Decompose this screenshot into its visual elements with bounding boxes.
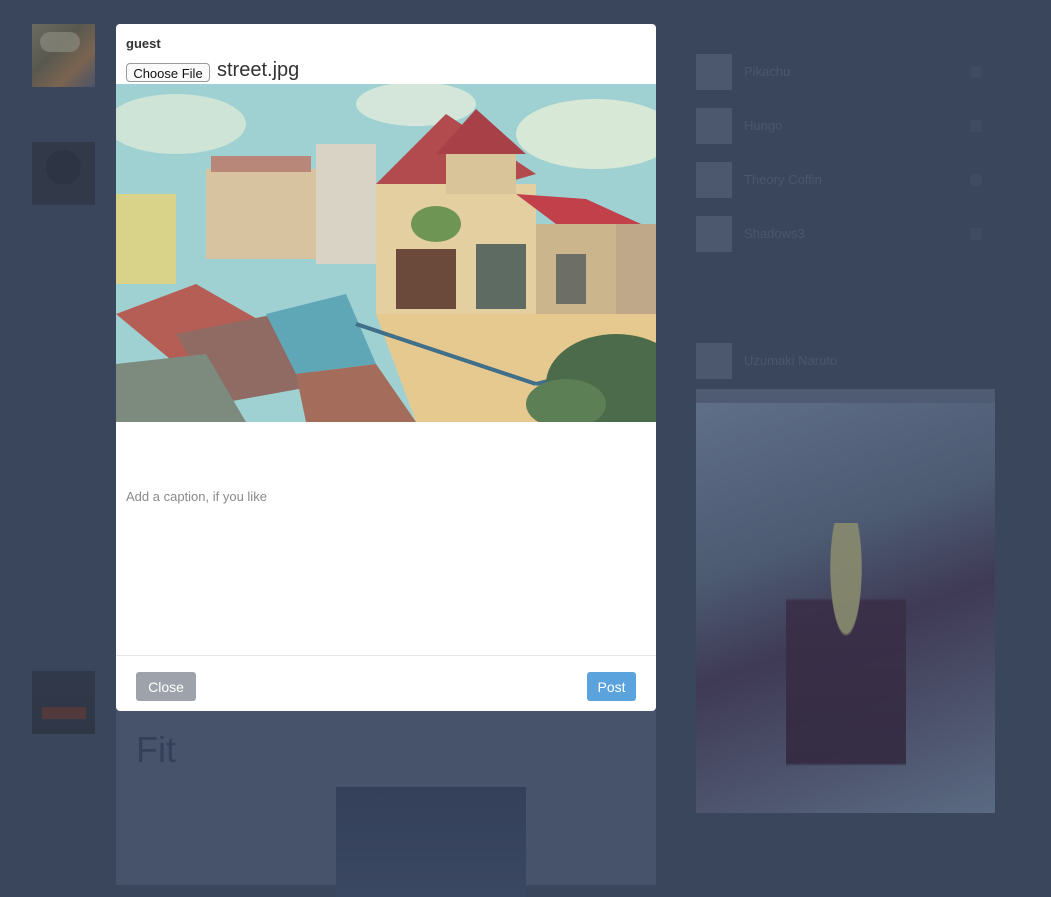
avatar <box>696 108 732 144</box>
modal-username: guest <box>126 36 161 51</box>
featured-image <box>696 403 995 823</box>
post-image <box>336 787 526 897</box>
friend-action-icon <box>970 228 982 240</box>
feed-avatar <box>32 24 95 87</box>
featured-figure <box>786 523 906 823</box>
friend-name: Pikachu <box>744 64 791 79</box>
close-button[interactable]: Close <box>136 672 196 701</box>
featured-strip <box>696 389 995 403</box>
friend-name: Shadows3 <box>744 226 805 241</box>
friend-action-icon <box>970 174 982 186</box>
avatar <box>696 162 732 198</box>
friend-name: Hungo <box>744 118 783 133</box>
post-button[interactable]: Post <box>587 672 636 701</box>
feed-post: Fit <box>116 711 656 897</box>
choose-file-button[interactable]: Choose File <box>126 63 210 82</box>
caption-input[interactable] <box>116 422 656 655</box>
feed-avatar <box>32 142 95 205</box>
post-title: Fit <box>136 729 176 770</box>
upload-modal: guest Choose File street.jpg Add a capti… <box>116 24 656 711</box>
selected-file-name: street.jpg <box>217 59 300 81</box>
friend-item: Pikachu <box>696 54 996 90</box>
featured-user-name: Uzumaki Naruto <box>744 353 838 368</box>
preview-illustration <box>116 84 656 422</box>
image-preview <box>116 84 656 422</box>
avatar <box>696 216 732 252</box>
featured-post: Uzumaki Naruto <box>696 343 996 823</box>
feed-avatar <box>32 671 95 734</box>
friend-item: Theory Coffin <box>696 162 996 198</box>
friend-item: Hungo <box>696 108 996 144</box>
friend-name: Theory Coffin <box>744 172 822 187</box>
friend-action-icon <box>970 66 982 78</box>
friend-action-icon <box>970 120 982 132</box>
friend-item: Shadows3 <box>696 216 996 252</box>
avatar <box>696 54 732 90</box>
caption-placeholder: Add a caption, if you like <box>126 489 267 504</box>
avatar <box>696 343 732 379</box>
modal-footer: Close Post <box>116 655 656 711</box>
